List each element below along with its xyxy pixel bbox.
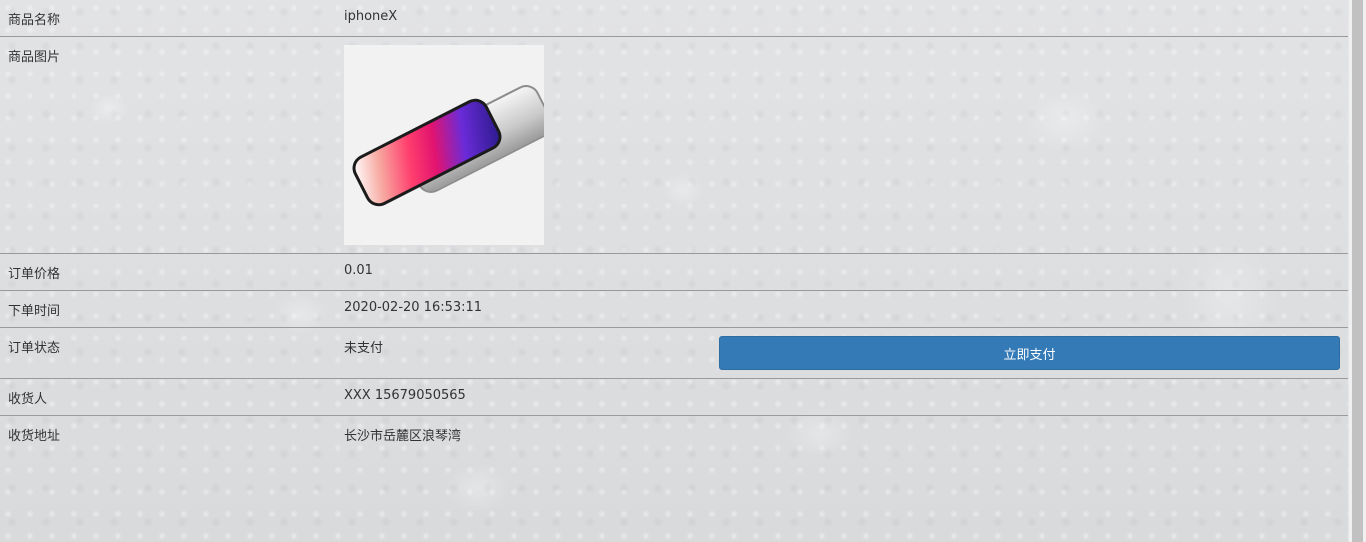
product-image-cell bbox=[336, 36, 1348, 254]
product-name-label: 商品名称 bbox=[0, 0, 336, 37]
row-address: 收货地址 长沙市岳麓区浪琴湾 bbox=[0, 416, 1348, 444]
row-receiver: 收货人 XXX 15679050565 bbox=[0, 378, 1348, 416]
address-label: 收货地址 bbox=[8, 429, 61, 444]
product-name-value: iphoneX bbox=[336, 0, 1348, 37]
row-order-time: 下单时间 2020-02-20 16:53:11 bbox=[0, 290, 1348, 328]
product-image-label: 商品图片 bbox=[0, 36, 336, 254]
receiver-label: 收货人 bbox=[0, 378, 336, 416]
row-order-price: 订单价格 0.01 bbox=[0, 253, 1348, 291]
phone-front-shape bbox=[347, 93, 507, 212]
vertical-scrollbar[interactable] bbox=[1348, 0, 1366, 542]
order-status-value: 未支付 bbox=[336, 327, 710, 379]
address-value: 长沙市岳麓区浪琴湾 bbox=[344, 429, 462, 444]
order-time-label: 下单时间 bbox=[0, 290, 336, 328]
order-status-label: 订单状态 bbox=[0, 327, 336, 379]
product-image bbox=[344, 45, 544, 245]
scrollbar-thumb[interactable] bbox=[1352, 0, 1363, 542]
pay-now-button[interactable]: 立即支付 bbox=[719, 336, 1340, 370]
row-product-image: 商品图片 bbox=[0, 36, 1348, 254]
order-time-value: 2020-02-20 16:53:11 bbox=[336, 290, 1348, 328]
order-price-label: 订单价格 bbox=[0, 253, 336, 291]
order-price-value: 0.01 bbox=[336, 253, 1348, 291]
receiver-value: XXX 15679050565 bbox=[336, 378, 1348, 416]
row-product-name: 商品名称 iphoneX bbox=[0, 0, 1348, 37]
order-detail-table: 商品名称 iphoneX 商品图片 订单价格 0.01 下单时间 2020-02… bbox=[0, 0, 1348, 444]
